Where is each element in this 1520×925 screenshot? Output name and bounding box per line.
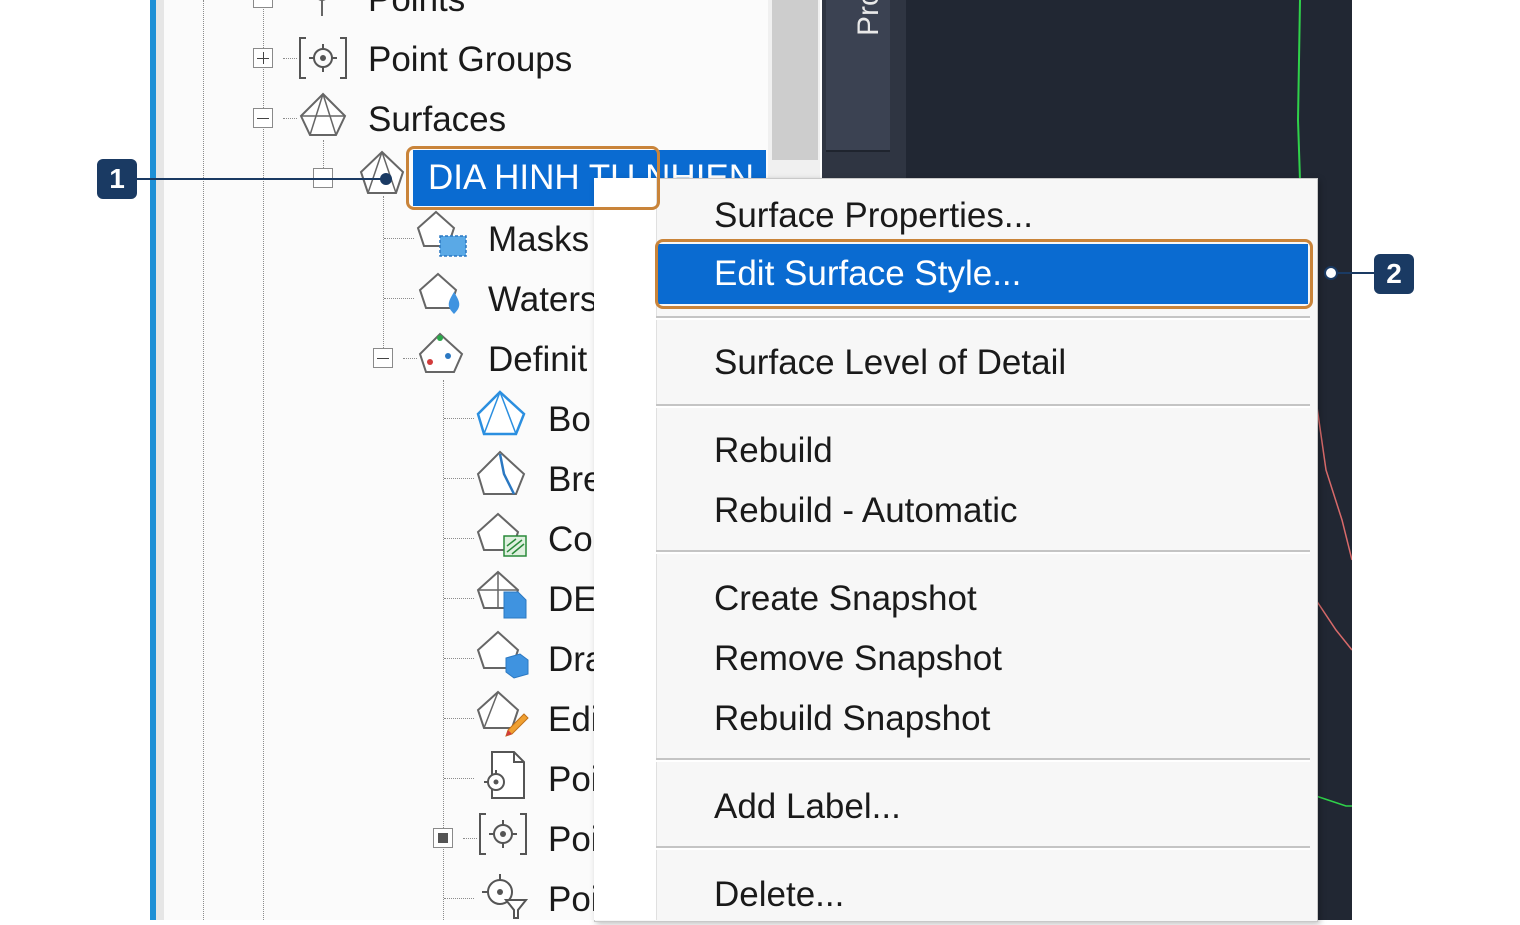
tree-guide-line <box>444 478 474 479</box>
point-files-icon <box>480 750 528 805</box>
menu-separator <box>656 316 1310 320</box>
expand-toggle[interactable] <box>253 48 273 68</box>
masks-icon <box>416 210 470 265</box>
collapse-toggle[interactable] <box>253 0 273 8</box>
tree-guide-line <box>444 598 474 599</box>
tree-guide-line <box>444 898 474 899</box>
point-survey-icon <box>478 870 529 925</box>
menu-item-rebuild-snapshot[interactable]: Rebuild Snapshot <box>714 699 990 739</box>
menu-item-surface-level-of-detail[interactable]: Surface Level of Detail <box>714 343 1066 383</box>
tree-guide-line <box>384 298 414 299</box>
points-icon <box>306 0 338 25</box>
tree-guide-line <box>444 658 474 659</box>
menu-separator <box>656 404 1310 408</box>
panel-edge <box>156 0 164 920</box>
breaklines-icon <box>476 450 528 503</box>
tree-item-dem-files[interactable]: DE <box>548 580 597 620</box>
menu-item-rebuild[interactable]: Rebuild <box>714 431 833 471</box>
tree-guide-line <box>384 238 414 239</box>
callout-leader-1 <box>137 178 385 180</box>
tree-scrollbar-thumb[interactable] <box>772 0 818 160</box>
point-groups-child-icon <box>478 812 528 861</box>
tree-item-point-survey[interactable]: Poi <box>548 880 599 920</box>
tree-guide-line <box>444 778 474 779</box>
tree-item-point-groups-child[interactable]: Poi <box>548 820 599 860</box>
menu-separator <box>656 846 1310 850</box>
node-toggle[interactable] <box>433 828 453 848</box>
menu-item-add-label[interactable]: Add Label... <box>714 787 901 827</box>
menu-item-remove-snapshot[interactable]: Remove Snapshot <box>714 639 1002 679</box>
tree-guide-line <box>383 196 384 360</box>
tree-guide-line <box>463 838 477 839</box>
menu-item-delete[interactable]: Delete... <box>714 875 844 915</box>
edits-icon <box>476 690 530 745</box>
tree-guide-line <box>444 718 474 719</box>
menu-separator <box>656 550 1310 554</box>
menu-item-surface-properties[interactable]: Surface Properties... <box>714 196 1033 236</box>
tree-guide-line <box>263 0 264 920</box>
tree-item-point-groups[interactable]: Point Groups <box>368 40 572 80</box>
drawing-objects-icon <box>476 630 530 685</box>
menu-item-rebuild-automatic[interactable]: Rebuild - Automatic <box>714 491 1017 531</box>
callout-anchor-1 <box>380 173 392 185</box>
point-groups-icon <box>298 36 348 85</box>
context-menu-icon-gutter <box>594 178 657 920</box>
tree-item-edits[interactable]: Edi <box>548 700 599 740</box>
surfaces-icon <box>298 92 348 143</box>
callout-highlight-surface <box>406 146 660 210</box>
contours-icon <box>476 512 530 565</box>
tree-item-points[interactable]: Points <box>368 0 465 20</box>
tree-guide-line <box>444 538 474 539</box>
definition-icon <box>418 332 466 381</box>
dem-files-icon <box>476 570 530 625</box>
tree-item-boundaries[interactable]: Bo <box>548 400 591 440</box>
tree-item-contours[interactable]: Co <box>548 520 593 560</box>
tree-guide-line <box>444 418 474 419</box>
callout-anchor-2 <box>1324 266 1338 280</box>
tree-guide-line <box>203 0 204 920</box>
callout-badge-1: 1 <box>97 159 137 199</box>
tree-guide-line <box>283 118 297 119</box>
tree-item-definition[interactable]: Definit <box>488 340 587 380</box>
boundaries-icon <box>476 390 528 443</box>
tree-item-point-files[interactable]: Poi <box>548 760 599 800</box>
callout-badge-2: 2 <box>1374 254 1414 294</box>
collapse-toggle[interactable] <box>373 348 393 368</box>
callout-leader-2 <box>1338 272 1374 274</box>
callout-highlight-edit-style <box>655 239 1313 309</box>
tree-item-watersheds[interactable]: Waters <box>488 280 598 320</box>
collapse-toggle[interactable] <box>253 108 273 128</box>
menu-separator <box>656 758 1310 762</box>
menu-item-create-snapshot[interactable]: Create Snapshot <box>714 579 977 619</box>
tree-guide-line <box>403 358 417 359</box>
tab-prospector-label: Pro <box>852 0 885 36</box>
tree-guide-line <box>283 58 297 59</box>
watersheds-icon <box>418 272 468 323</box>
tree-item-masks[interactable]: Masks <box>488 220 589 260</box>
tree-item-surfaces[interactable]: Surfaces <box>368 100 506 140</box>
